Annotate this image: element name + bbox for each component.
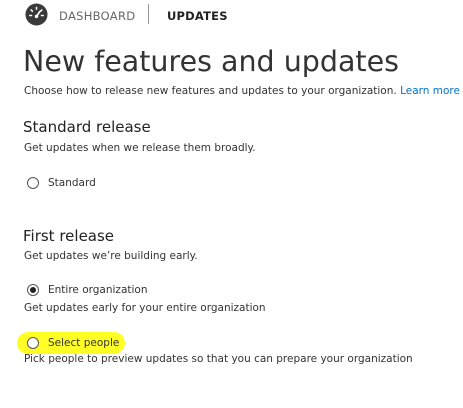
entire-organization-radio-option[interactable]: Entire organization <box>27 283 148 297</box>
select-people-radio[interactable] <box>27 337 39 349</box>
page-intro-text: Choose how to release new features and u… <box>24 85 397 97</box>
select-people-radio-option[interactable]: Select people <box>27 336 119 350</box>
entire-organization-radio[interactable] <box>27 284 39 296</box>
select-people-description: Pick people to preview updates so that y… <box>24 353 413 365</box>
nav-dashboard-link[interactable]: DASHBOARD <box>59 9 135 23</box>
standard-radio-label[interactable]: Standard <box>48 177 96 189</box>
learn-more-link[interactable]: Learn more <box>400 85 460 97</box>
top-navigation: DASHBOARD UPDATES <box>0 0 463 32</box>
first-release-heading: First release <box>23 227 115 245</box>
page-intro: Choose how to release new features and u… <box>24 85 460 97</box>
page-title: New features and updates <box>23 45 399 78</box>
standard-release-heading: Standard release <box>23 118 151 136</box>
standard-radio-option[interactable]: Standard <box>27 176 96 190</box>
nav-updates-tab[interactable]: UPDATES <box>167 9 228 23</box>
first-release-description: Get updates we’re building early. <box>24 250 198 262</box>
standard-release-description: Get updates when we release them broadly… <box>24 142 256 154</box>
standard-radio[interactable] <box>27 177 39 189</box>
gauge-icon <box>25 3 48 26</box>
entire-organization-radio-label[interactable]: Entire organization <box>48 284 148 296</box>
entire-organization-description: Get updates early for your entire organi… <box>24 302 266 314</box>
select-people-radio-label[interactable]: Select people <box>48 337 119 349</box>
nav-divider <box>148 4 149 24</box>
